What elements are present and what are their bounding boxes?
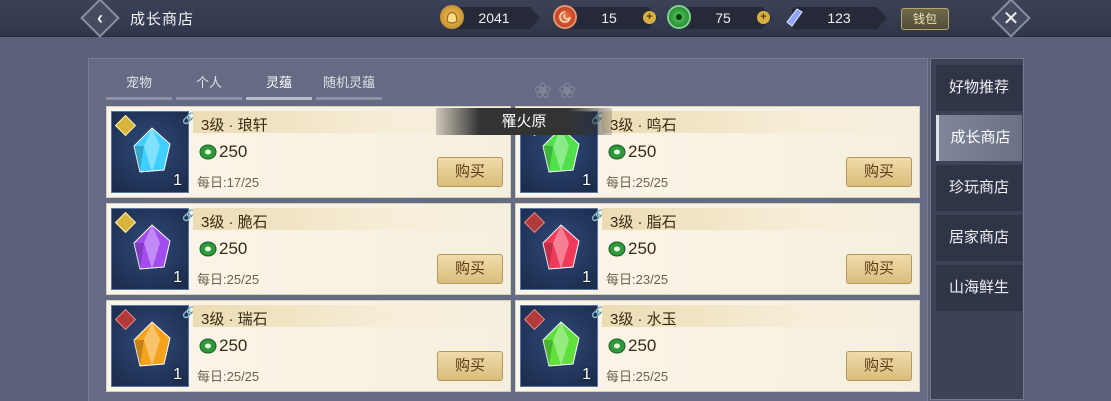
jade-coin-icon bbox=[199, 338, 217, 354]
item-name: 3级 · 脂石 bbox=[610, 214, 677, 231]
item-price: 250 bbox=[219, 239, 248, 258]
item-frame[interactable]: 🔗1 bbox=[520, 305, 605, 387]
wallet-button[interactable]: 钱包 bbox=[901, 8, 949, 30]
buy-button[interactable]: 购买 bbox=[437, 157, 503, 187]
side-nav-item-recommended[interactable]: 好物推荐 bbox=[936, 65, 1022, 111]
close-icon: ✕ bbox=[1002, 7, 1020, 30]
tab-label: 个人 bbox=[195, 75, 222, 90]
item-name: 3级 · 水玉 bbox=[610, 311, 677, 328]
item-quantity: 1 bbox=[582, 269, 591, 286]
buy-button[interactable]: 购买 bbox=[846, 254, 912, 284]
item-frame[interactable]: 🔗1 bbox=[520, 208, 605, 290]
item-frame[interactable]: 🔗1 bbox=[111, 111, 196, 193]
item-quantity: 1 bbox=[173, 366, 182, 383]
buy-button[interactable]: 购买 bbox=[846, 157, 912, 187]
item-card[interactable]: 🔗 1 3级 · 瑞石 250 每日:25/25 购买 bbox=[107, 301, 510, 391]
item-name: 3级 · 脆石 bbox=[201, 214, 268, 231]
daily-limit: 每日:25/25 bbox=[197, 272, 260, 287]
daily-limit: 每日:25/25 bbox=[606, 369, 669, 384]
resource-gold-value: 2041 bbox=[478, 10, 510, 26]
add-red-coin-button[interactable]: + bbox=[643, 11, 656, 24]
tab-random-lingyun[interactable]: 随机灵蕴 bbox=[316, 72, 382, 100]
item-name-bar: 3级 · 瑞石 bbox=[193, 305, 506, 328]
item-frame[interactable]: 🔗1 bbox=[111, 305, 196, 387]
resource-jade-coin-value: 75 bbox=[715, 10, 731, 26]
page-title: 成长商店 bbox=[130, 11, 195, 28]
item-price: 250 bbox=[628, 142, 657, 161]
item-price: 250 bbox=[219, 336, 248, 355]
back-button[interactable]: ‹ bbox=[80, 0, 120, 38]
daily-limit: 每日:23/25 bbox=[606, 272, 669, 287]
item-price: 250 bbox=[628, 336, 657, 355]
jade-coin-icon bbox=[667, 5, 691, 29]
gem-icon bbox=[542, 224, 580, 270]
side-nav-item-growth-shop[interactable]: 成长商店 bbox=[936, 115, 1022, 161]
daily-limit: 每日:17/25 bbox=[197, 175, 260, 190]
gem-icon bbox=[133, 321, 171, 367]
tab-label: 宠物 bbox=[125, 75, 152, 90]
item-price: 250 bbox=[628, 239, 657, 258]
gem-icon bbox=[133, 127, 171, 173]
daily-limit: 每日:25/25 bbox=[197, 369, 260, 384]
ornament-icon: ❀ ❀ bbox=[533, 78, 577, 103]
location-tooltip: 罹火原 bbox=[436, 108, 612, 135]
tab-pets[interactable]: 宠物 bbox=[106, 72, 172, 100]
item-quantity: 1 bbox=[582, 366, 591, 383]
jade-coin-icon bbox=[608, 338, 626, 354]
jade-coin-icon bbox=[199, 144, 217, 160]
tab-personal[interactable]: 个人 bbox=[176, 72, 242, 100]
item-name-bar: 3级 · 脆石 bbox=[193, 208, 506, 231]
item-frame[interactable]: 🔗1 bbox=[111, 208, 196, 290]
item-price: 250 bbox=[219, 142, 248, 161]
resource-red-coin-value: 15 bbox=[601, 10, 617, 26]
item-name: 3级 · 瑞石 bbox=[201, 311, 268, 328]
jade-coin-icon bbox=[608, 241, 626, 257]
side-nav-item-home-shop[interactable]: 居家商店 bbox=[936, 215, 1022, 261]
chevron-left-icon: ‹ bbox=[97, 7, 103, 28]
side-nav-item-seafood[interactable]: 山海鲜生 bbox=[936, 265, 1022, 311]
buy-button[interactable]: 购买 bbox=[846, 351, 912, 381]
buy-button[interactable]: 购买 bbox=[437, 351, 503, 381]
tab-label: 灵蕴 bbox=[265, 75, 292, 90]
red-coin-icon bbox=[553, 5, 577, 29]
item-name: 3级 · 琅轩 bbox=[201, 117, 268, 134]
item-quantity: 1 bbox=[173, 172, 182, 189]
item-quantity: 1 bbox=[582, 172, 591, 189]
buy-button[interactable]: 购买 bbox=[437, 254, 503, 284]
close-button[interactable]: ✕ bbox=[991, 0, 1031, 38]
tab-label: 随机灵蕴 bbox=[322, 75, 375, 90]
item-card[interactable]: 🔗 1 3级 · 水玉 250 每日:25/25 购买 bbox=[516, 301, 919, 391]
tab-lingyun[interactable]: 灵蕴 bbox=[246, 72, 312, 100]
daily-limit: 每日:25/25 bbox=[606, 175, 669, 190]
gold-pouch-icon bbox=[440, 5, 464, 29]
add-jade-coin-button[interactable]: + bbox=[757, 11, 770, 24]
item-card[interactable]: 🔗 1 3级 · 脆石 250 每日:25/25 购买 bbox=[107, 204, 510, 294]
gem-icon bbox=[542, 321, 580, 367]
side-nav-item-treasure-shop[interactable]: 珍玩商店 bbox=[936, 165, 1022, 211]
item-name-bar: 3级 · 水玉 bbox=[602, 305, 915, 328]
item-quantity: 1 bbox=[173, 269, 182, 286]
item-card[interactable]: 🔗 1 3级 · 脂石 250 每日:23/25 购买 bbox=[516, 204, 919, 294]
top-bar: ‹ 成长商店 2041 15 + 75 + 123 钱包 ✕ bbox=[0, 0, 1111, 38]
item-name-bar: 3级 · 脂石 bbox=[602, 208, 915, 231]
resource-spirit-crystal-value: 123 bbox=[827, 10, 851, 26]
gem-icon bbox=[133, 224, 171, 270]
jade-coin-icon bbox=[608, 144, 626, 160]
item-name: 3级 · 鸣石 bbox=[610, 117, 677, 134]
item-name-bar: 3级 · 鸣石 bbox=[602, 111, 915, 134]
jade-coin-icon bbox=[199, 241, 217, 257]
spirit-crystal-icon bbox=[782, 5, 806, 29]
